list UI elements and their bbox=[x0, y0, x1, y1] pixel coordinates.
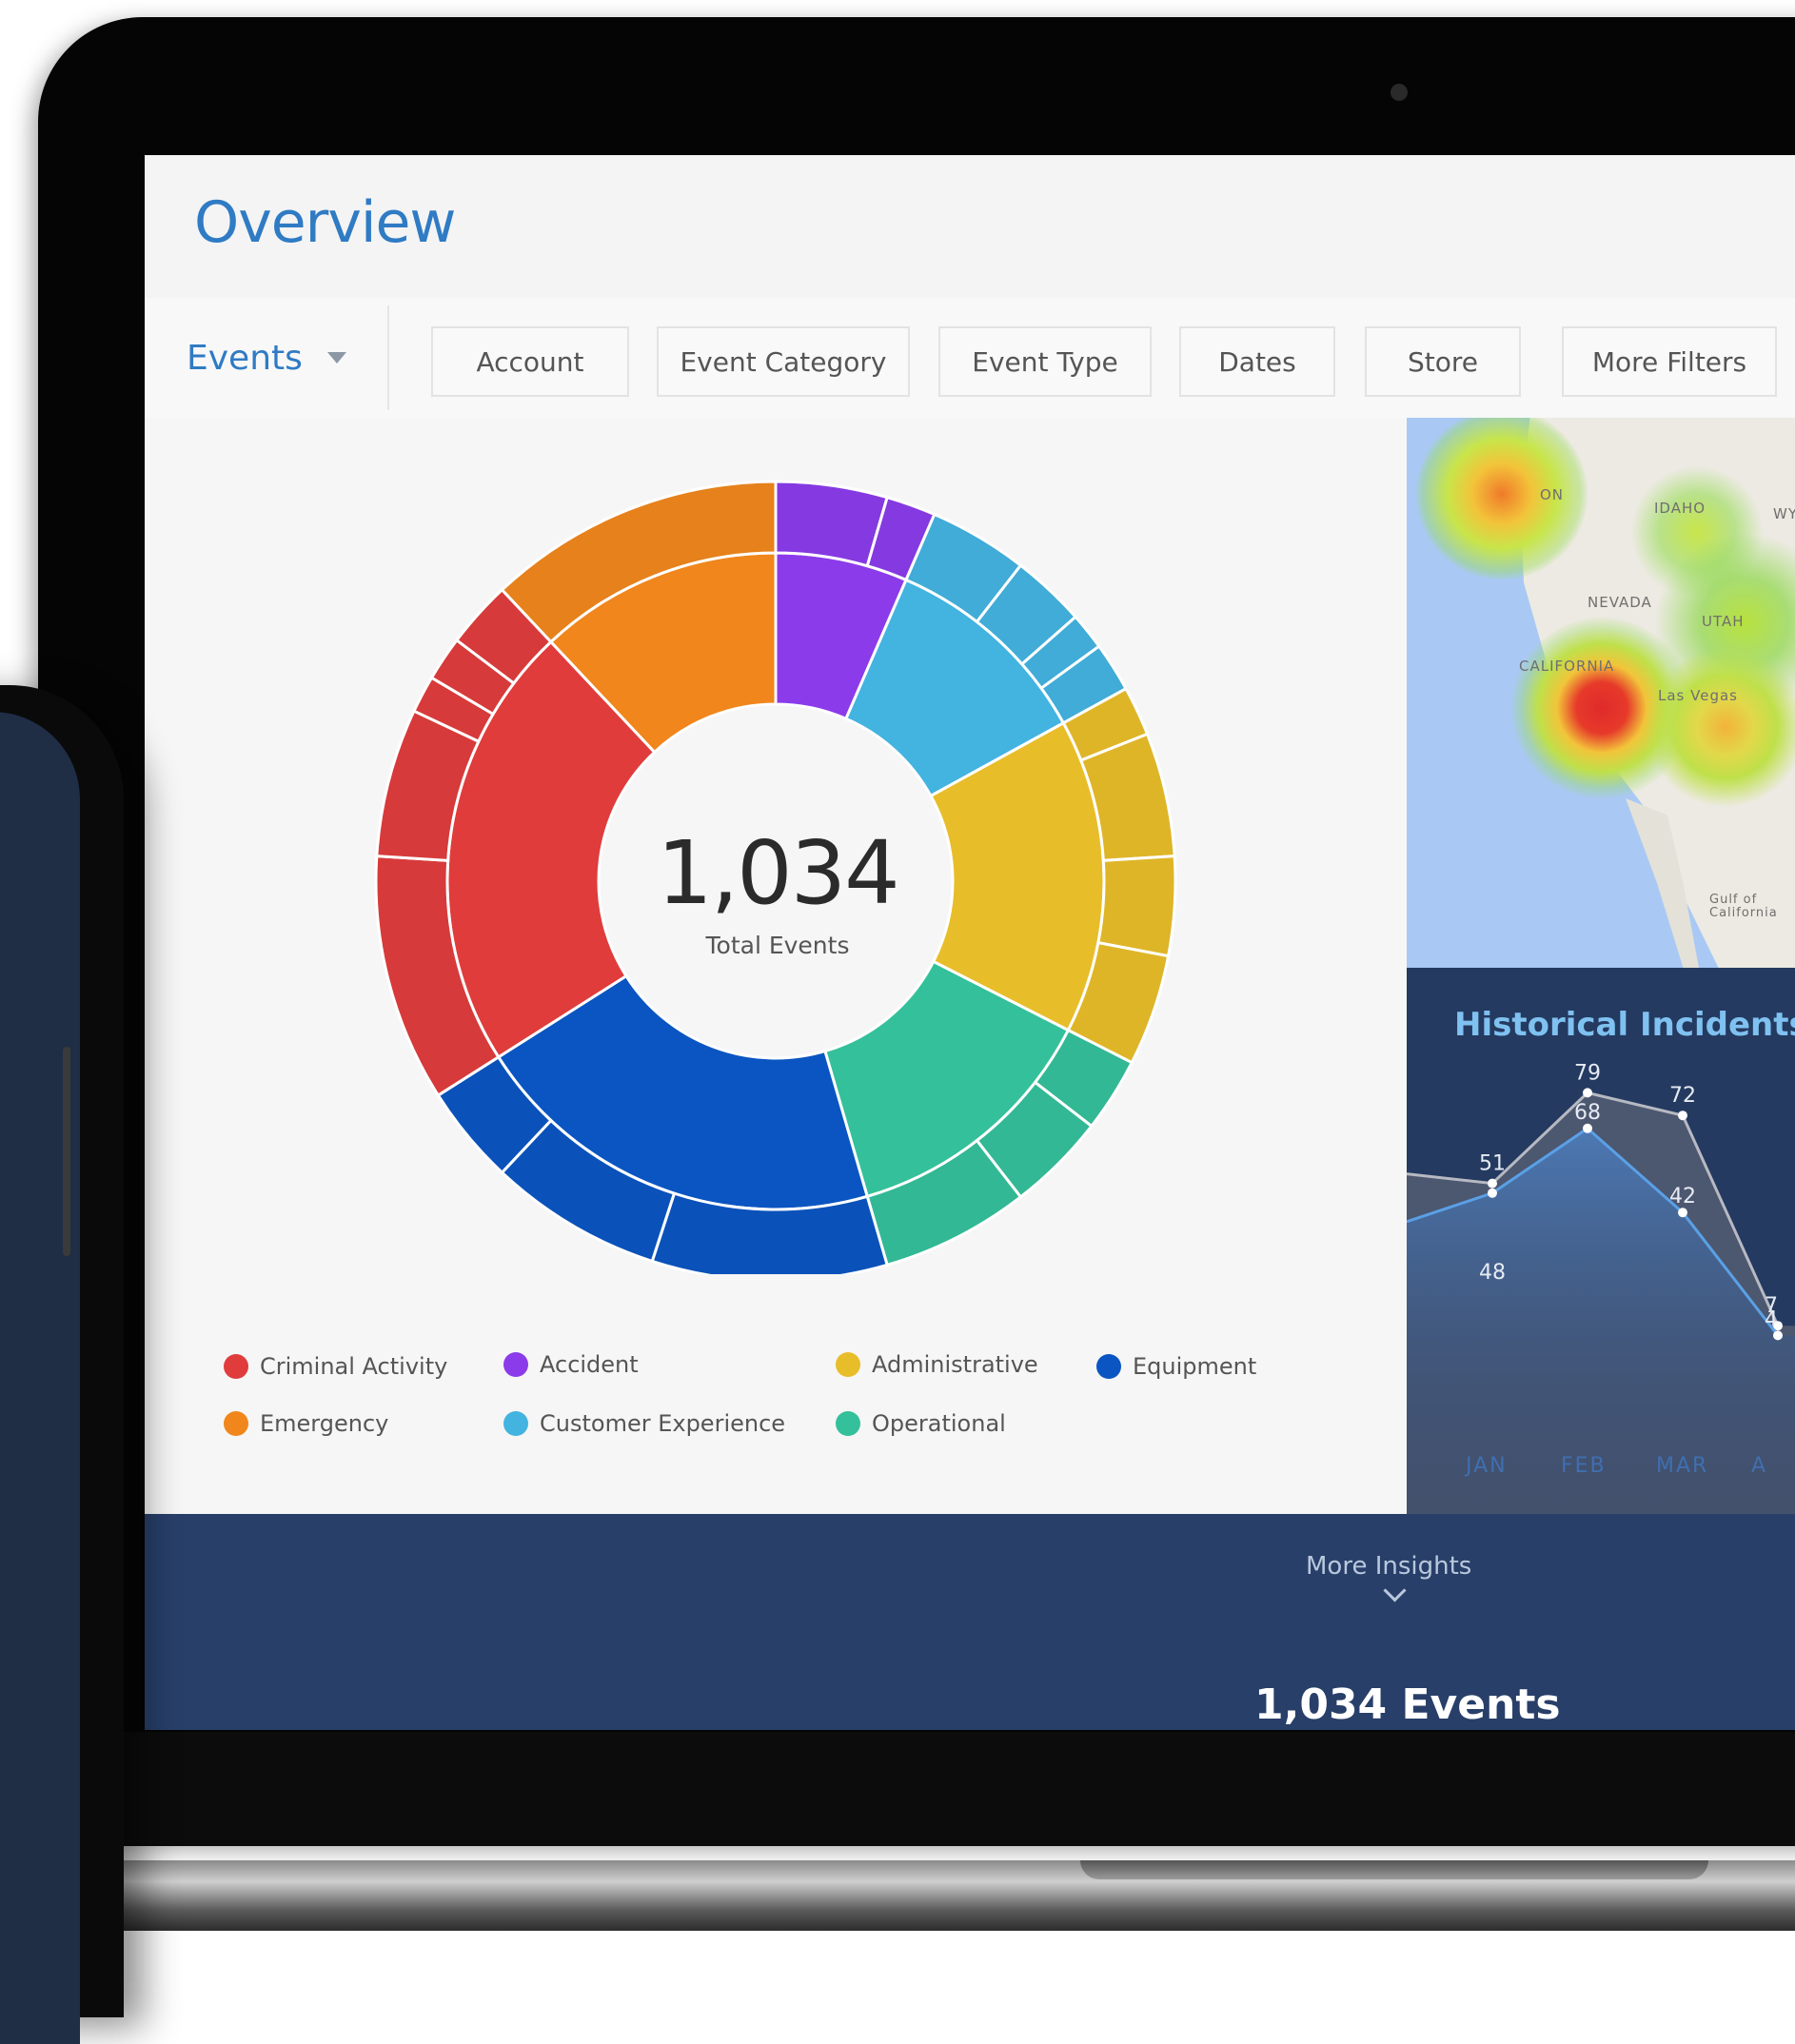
legend-item-criminal-activity[interactable]: Criminal Activity bbox=[224, 1353, 447, 1380]
historical-incidents-panel: Historical Incidents 51 79 72 7 48 68 42 4 JAN FE… bbox=[1407, 968, 1795, 1514]
history-point[interactable] bbox=[1678, 1110, 1687, 1121]
history-point[interactable] bbox=[1488, 1188, 1497, 1198]
phone-button bbox=[63, 1047, 70, 1256]
history-x-tick-label: A bbox=[1751, 1454, 1767, 1478]
history-x-tick-label: FEB bbox=[1561, 1454, 1607, 1478]
history-value-label: 42 bbox=[1669, 1185, 1696, 1209]
legend-label: Customer Experience bbox=[540, 1410, 786, 1437]
phone-screen bbox=[0, 712, 80, 2044]
chevron-down-icon bbox=[326, 352, 346, 364]
history-value-label: 51 bbox=[1479, 1152, 1506, 1176]
filter-bar: Events Account Event Category Event Type… bbox=[145, 298, 1795, 420]
filter-store-button[interactable]: Store bbox=[1365, 326, 1521, 397]
dashboard-screen: Overview Events Account Event Category E… bbox=[145, 155, 1795, 1730]
history-value-label: 48 bbox=[1479, 1261, 1506, 1285]
donut-total-label: Total Events bbox=[705, 932, 850, 959]
history-value-label: 79 bbox=[1574, 1061, 1601, 1085]
legend-item-accident[interactable]: Accident bbox=[503, 1351, 639, 1378]
legend-item-customer-experience[interactable]: Customer Experience bbox=[503, 1410, 785, 1437]
page-header: Overview bbox=[145, 155, 1795, 300]
history-value-label: 72 bbox=[1669, 1084, 1696, 1108]
events-total-heading: 1,034 Events bbox=[1254, 1680, 1561, 1729]
donut-outer-slice-administrative[interactable] bbox=[1096, 855, 1177, 958]
filter-more-filters-button[interactable]: More Filters bbox=[1562, 326, 1777, 397]
phone-device bbox=[0, 685, 124, 2044]
map-label: UTAH bbox=[1702, 613, 1745, 630]
filter-event-category-button[interactable]: Event Category bbox=[657, 326, 910, 397]
history-value-label: 4 bbox=[1765, 1307, 1778, 1331]
legend-dot bbox=[836, 1411, 860, 1436]
filter-event-type-button[interactable]: Event Type bbox=[938, 326, 1152, 397]
events-donut-panel: 1,034 Total Events Criminal Activity Acc… bbox=[145, 418, 1407, 1514]
legend-dot bbox=[1096, 1354, 1121, 1379]
laptop-chin bbox=[38, 1732, 1795, 1846]
legend-dot bbox=[503, 1352, 528, 1377]
donut-total-value: 1,034 bbox=[657, 822, 899, 924]
legend-item-administrative[interactable]: Administrative bbox=[836, 1351, 1038, 1378]
heat-map[interactable]: ON IDAHO WY NEVADA UTAH CALIFORNIA Las V… bbox=[1407, 418, 1795, 968]
legend-dot bbox=[503, 1411, 528, 1436]
map-label: Gulf of California bbox=[1709, 893, 1778, 920]
legend-label: Operational bbox=[872, 1410, 1006, 1437]
legend-label: Accident bbox=[540, 1351, 639, 1378]
legend-label: Criminal Activity bbox=[260, 1353, 448, 1380]
history-point[interactable] bbox=[1583, 1123, 1592, 1133]
events-dropdown[interactable]: Events bbox=[187, 326, 377, 389]
camera-icon bbox=[1391, 84, 1408, 101]
legend-dot bbox=[224, 1354, 248, 1379]
history-point[interactable] bbox=[1678, 1208, 1687, 1218]
historical-incidents-chart: 51797274868424JAN FEB MAR A bbox=[1407, 1061, 1795, 1514]
legend-dot bbox=[836, 1352, 860, 1377]
historical-incidents-title: Historical Incidents bbox=[1454, 1006, 1795, 1044]
insights-footer: More Insights 1,034 Events bbox=[145, 1514, 1795, 1730]
history-point[interactable] bbox=[1583, 1088, 1592, 1098]
chevron-down-icon[interactable] bbox=[1383, 1579, 1407, 1602]
map-label: ON bbox=[1540, 486, 1565, 503]
map-label: NEVADA bbox=[1588, 594, 1652, 611]
legend-label: Administrative bbox=[872, 1351, 1038, 1378]
history-value-label: 68 bbox=[1574, 1101, 1601, 1125]
legend-item-equipment[interactable]: Equipment bbox=[1096, 1353, 1256, 1380]
divider bbox=[387, 305, 389, 410]
legend-item-operational[interactable]: Operational bbox=[836, 1410, 1006, 1437]
page-title: Overview bbox=[194, 189, 456, 256]
events-dropdown-label: Events bbox=[187, 338, 303, 378]
laptop-hinge-notch bbox=[1080, 1860, 1708, 1879]
filter-dates-button[interactable]: Dates bbox=[1179, 326, 1335, 397]
history-x-tick-label: JAN bbox=[1464, 1454, 1508, 1478]
map-label: WY bbox=[1773, 505, 1795, 522]
more-insights-link[interactable]: More Insights bbox=[1306, 1552, 1471, 1581]
legend-label: Equipment bbox=[1133, 1353, 1257, 1380]
history-point[interactable] bbox=[1488, 1178, 1497, 1189]
legend-dot bbox=[224, 1411, 248, 1436]
filter-account-button[interactable]: Account bbox=[431, 326, 629, 397]
legend-item-emergency[interactable]: Emergency bbox=[224, 1410, 388, 1437]
heat-spot bbox=[1645, 646, 1795, 808]
map-label: Las Vegas bbox=[1658, 687, 1738, 704]
history-point[interactable] bbox=[1773, 1330, 1783, 1341]
history-x-tick-label: MAR bbox=[1656, 1454, 1708, 1478]
legend-label: Emergency bbox=[260, 1410, 389, 1437]
map-label: CALIFORNIA bbox=[1519, 658, 1615, 675]
map-label: IDAHO bbox=[1654, 500, 1706, 517]
